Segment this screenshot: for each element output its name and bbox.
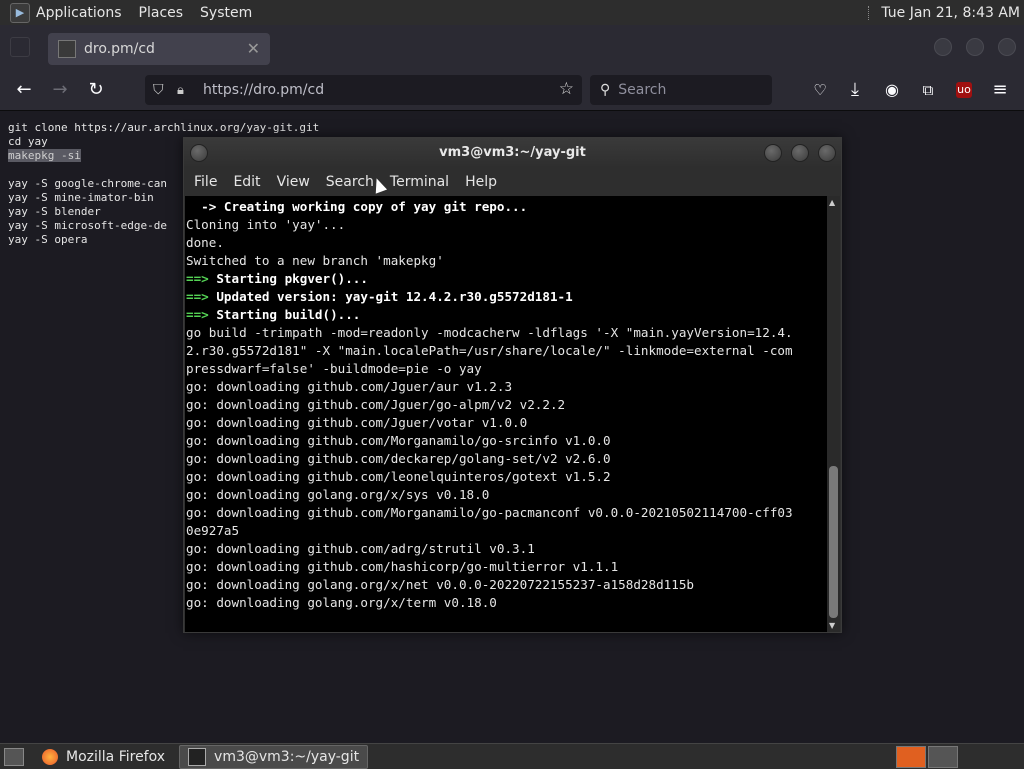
terminal-icon [188,747,207,766]
workspace-2[interactable] [928,745,958,768]
terminal-line: ==> Starting build()... [186,307,361,322]
close-window-button[interactable] [998,38,1016,56]
menu-edit[interactable]: Edit [233,174,260,190]
search-icon: ⚲ [600,82,611,98]
menu-search[interactable]: Search [326,174,374,190]
terminal-line: done. [186,235,224,250]
task-terminal-label: vm3@vm3:~/yay-git [214,748,360,765]
terminal-line: go: downloading github.com/adrg/strutil … [186,541,535,556]
top-system-panel: ▶ Applications Places System Tue Jan 21,… [0,0,1024,26]
terminal-text: -> Creating working copy of yay git repo… [185,196,827,612]
page-line: yay -S blender [8,205,101,218]
tracking-shield-icon[interactable]: ⛉ [153,82,169,98]
pocket-icon[interactable]: ♡ [808,78,832,102]
terminal-titlebar[interactable]: vm3@vm3:~/yay-git [184,138,841,168]
clock[interactable]: Tue Jan 21, 8:43 AM [881,5,1020,21]
workspace-1[interactable] [896,745,926,768]
bookmark-star-icon[interactable]: ☆ [559,79,574,99]
terminal-line: pressdwarf=false' -buildmode=pie -o yay [186,361,482,376]
page-line: yay -S microsoft-edge-de [8,219,167,232]
terminal-line: go: downloading github.com/Jguer/votar v… [186,415,528,430]
terminal-line: ==> Updated version: yay-git 12.4.2.r30.… [186,289,573,304]
terminal-line: go: downloading golang.org/x/term v0.18.… [186,595,497,610]
show-desktop-icon[interactable] [4,747,24,766]
terminal-line: go: downloading golang.org/x/sys v0.18.0 [186,487,490,502]
menu-help[interactable]: Help [465,174,497,190]
menu-places[interactable]: Places [139,5,184,21]
downloads-icon[interactable]: ⤓ [843,78,867,102]
menu-terminal[interactable]: Terminal [390,174,449,190]
page-line: yay -S google-chrome-can [8,177,167,190]
terminal-logo-icon[interactable]: ▶ [10,2,30,23]
menu-applications[interactable]: Applications [36,5,122,21]
account-icon[interactable]: ◉ [880,78,904,102]
terminal-line: -> Creating working copy of yay git repo… [186,199,528,214]
back-arrow-icon[interactable]: ← [12,78,36,102]
terminal-maximize-button[interactable] [791,144,809,162]
terminal-line: Switched to a new branch 'makepkg' [186,253,444,268]
browser-tab-strip: dro.pm/cd ✕ [0,25,1024,70]
page-favicon-icon [58,40,76,58]
tab-overview-icon[interactable] [10,37,30,57]
minimize-window-button[interactable] [934,38,952,56]
search-placeholder: Search [618,82,667,98]
scroll-up-arrow-icon[interactable]: ▲ [829,198,835,207]
terminal-close-button[interactable] [818,144,836,162]
menu-view[interactable]: View [277,174,310,190]
hamburger-menu-icon[interactable]: ≡ [988,78,1012,102]
task-firefox[interactable]: Mozilla Firefox [34,746,173,768]
bottom-taskbar: Mozilla Firefox vm3@vm3:~/yay-git [0,743,1024,769]
search-input[interactable]: ⚲ Search [590,75,772,105]
terminal-line: go: downloading github.com/Jguer/go-alpm… [186,397,566,412]
panel-separator [868,5,871,20]
terminal-window: vm3@vm3:~/yay-git File Edit View Search … [183,137,842,633]
window-menu-button[interactable] [190,144,208,162]
menu-file[interactable]: File [194,174,217,190]
terminal-minimize-button[interactable] [764,144,782,162]
terminal-line: 2.r30.g5572d181" -X "main.localePath=/us… [186,343,793,358]
reload-icon[interactable]: ↻ [84,78,108,102]
maximize-window-button[interactable] [966,38,984,56]
task-firefox-label: Mozilla Firefox [66,748,166,765]
terminal-line: go build -trimpath -mod=readonly -modcac… [186,325,793,340]
page-line: yay -S opera [8,233,88,246]
terminal-line: go: downloading github.com/Morganamilo/g… [186,505,793,520]
terminal-menubar: File Edit View Search Terminal Help [184,168,841,196]
menu-system[interactable]: System [200,5,252,21]
tab-dro-pm[interactable]: dro.pm/cd ✕ [48,33,270,65]
task-terminal[interactable]: vm3@vm3:~/yay-git [179,744,369,769]
firefox-icon [42,748,58,765]
page-line: cd yay [8,135,48,148]
page-line: yay -S mine-imator-bin [8,191,154,204]
terminal-line: go: downloading github.com/Jguer/aur v1.… [186,379,513,394]
terminal-line: 0e927a5 [186,523,240,538]
scroll-down-arrow-icon[interactable]: ▼ [829,621,835,630]
url-text[interactable]: https://dro.pm/cd [203,82,324,98]
workspace-switcher[interactable] [894,745,958,768]
page-line: git clone https://aur.archlinux.org/yay-… [8,121,320,134]
terminal-output[interactable]: -> Creating working copy of yay git repo… [185,196,827,632]
extensions-icon[interactable]: ⧉ [916,78,940,102]
page-line: makepkg -si [8,149,81,162]
terminal-line: go: downloading github.com/hashicorp/go-… [186,559,619,574]
url-bar[interactable]: ⛉ 🔒︎ https://dro.pm/cd ☆ [145,75,582,105]
terminal-line: go: downloading golang.org/x/net v0.0.0-… [186,577,694,592]
terminal-line: go: downloading github.com/deckarep/gola… [186,451,611,466]
tab-title: dro.pm/cd [84,41,155,57]
browser-nav-bar: ← → ↻ ⛉ 🔒︎ https://dro.pm/cd ☆ ⚲ Search … [0,70,1024,111]
terminal-line: go: downloading github.com/leonelquinter… [186,469,611,484]
lock-icon[interactable]: 🔒︎ [177,83,193,98]
scrollbar-thumb[interactable] [829,466,838,618]
forward-arrow-icon[interactable]: → [48,78,72,102]
terminal-line: go: downloading github.com/Morganamilo/g… [186,433,611,448]
terminal-title: vm3@vm3:~/yay-git [439,145,586,160]
ublock-origin-icon[interactable]: uo [952,78,976,102]
terminal-line: ==> Starting pkgver()... [186,271,368,286]
terminal-scrollbar[interactable]: ▲ ▼ [827,196,840,632]
close-tab-icon[interactable]: ✕ [247,39,260,58]
terminal-line: Cloning into 'yay'... [186,217,346,232]
